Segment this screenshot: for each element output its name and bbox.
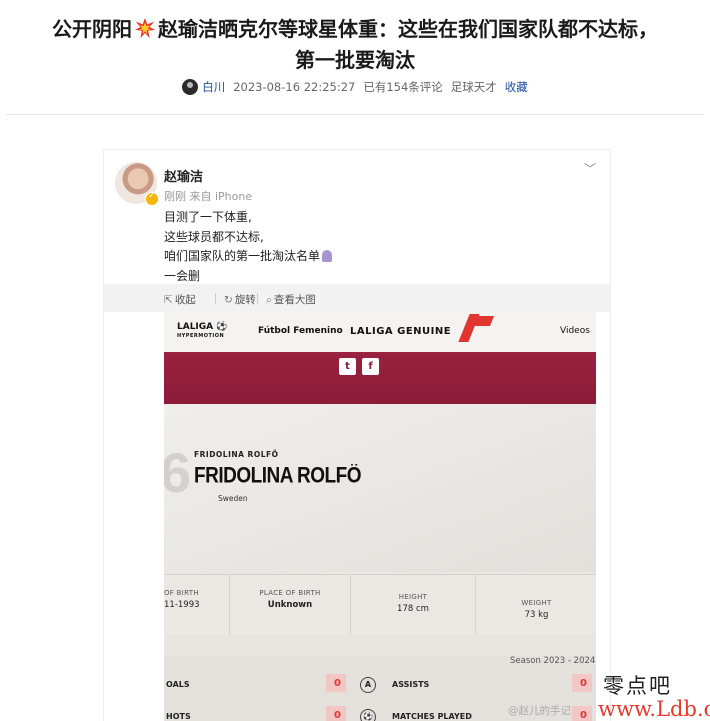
season-label: Season 2023 - 2024: [510, 656, 596, 666]
post-time: 刚刚: [164, 190, 186, 203]
explosion-icon: [134, 17, 156, 39]
stat-row-label: ASSISTS: [392, 680, 430, 689]
stat-row-value: 0: [334, 710, 341, 721]
player-country: Sweden: [218, 494, 248, 503]
stat-pob-value: Unknown: [267, 600, 313, 610]
site-watermark-name: 零点吧: [603, 674, 672, 698]
laliga-fire-logo: [456, 312, 502, 346]
stat-row-value: 0: [334, 678, 341, 689]
nav-laliga-genuine: LALIGA GENUINE: [350, 326, 452, 337]
laliga-logo-text: LALIGA: [177, 322, 214, 332]
author-avatar[interactable]: [182, 79, 199, 95]
article-meta: 白川 2023-08-16 22:25:27 已有154条评论 足球天才 收藏: [0, 79, 710, 95]
jersey-number: 6: [164, 441, 192, 504]
rotate-icon: ↻: [224, 294, 233, 306]
player-name-large: FRIDOLINA ROLFÖ: [194, 464, 362, 489]
photo-hero-band: [164, 352, 596, 404]
facebook-icon: f: [362, 358, 379, 375]
collapse-button[interactable]: ⇱ 收起: [164, 292, 196, 307]
stat-row-value: 0: [580, 710, 587, 721]
photo-site-nav: LALIGA ⚽ HYPERMOTION Fútbol Femenino LALI…: [164, 312, 596, 352]
player-stats-bar: OF BIRTH 11-1993 PLACE OF BIRTH Unknown …: [164, 574, 596, 635]
stat-height: HEIGHT 178 cm: [350, 575, 475, 635]
author-link[interactable]: 白川: [202, 80, 225, 94]
praying-hands-icon: [322, 250, 333, 262]
post-line: 目测了一下体重,: [164, 210, 252, 224]
site-watermark-url: www.Ldb.cc: [598, 697, 710, 721]
post-photo[interactable]: LALIGA ⚽ HYPERMOTION Fútbol Femenino LALI…: [164, 312, 596, 721]
rotate-label: 旋转: [234, 294, 256, 306]
post-source: 刚刚 来自 iPhone: [164, 188, 252, 204]
chevron-down-icon[interactable]: ﹀: [584, 160, 596, 177]
image-toolbar: ⇱ 收起 ↻ 旋转 ⌕ 查看大图: [104, 284, 610, 312]
magnifier-icon: ⌕: [266, 294, 272, 306]
title-line-2: 第一批要淘汰: [295, 48, 415, 72]
laliga-logo: LALIGA ⚽ HYPERMOTION: [177, 322, 228, 340]
title-part-2: 赵瑜洁晒克尔等球星体重：这些在我们国家队都不达标，: [158, 17, 658, 41]
header-divider: [6, 114, 704, 115]
post-line-text: 咱们国家队的第一批淘汰名单: [164, 249, 321, 263]
publish-datetime: 2023-08-16 22:25:27: [233, 80, 356, 94]
stat-dob-value: 11-1993: [164, 600, 200, 610]
stat-pob-label: PLACE OF BIRTH: [259, 589, 321, 597]
stat-height-value: 178 cm: [397, 604, 429, 614]
verified-badge-icon: [145, 191, 159, 206]
comment-count-link[interactable]: 已有154条评论: [363, 80, 442, 94]
stat-row-value: 0: [580, 678, 587, 689]
favorite-link[interactable]: 收藏: [505, 80, 528, 94]
post-line: 这些球员都不达标,: [164, 229, 264, 244]
football-icon: ⚽: [360, 709, 376, 721]
stat-weight-value: 73 kg: [524, 610, 549, 620]
toolbar-divider: [257, 293, 258, 304]
stat-weight: WEIGHT 73 kg: [475, 575, 596, 635]
weibo-card: 赵瑜洁 ﹀ 刚刚 来自 iPhone 目测了一下体重, 这些球员都不达标, 咱们…: [103, 149, 611, 721]
rotate-button[interactable]: ↻ 旋转: [224, 292, 256, 307]
collapse-icon: ⇱: [164, 294, 173, 306]
source-label: 足球天才: [450, 80, 497, 94]
stat-dob: OF BIRTH 11-1993: [164, 575, 228, 635]
post-device: 来自 iPhone: [189, 190, 253, 203]
post-line: 咱们国家队的第一批淘汰名单: [164, 247, 333, 267]
title-part-1: 公开阴阳: [52, 17, 132, 41]
assists-icon: A: [360, 677, 376, 693]
nav-videos: Videos: [560, 326, 590, 336]
stat-height-label: HEIGHT: [398, 593, 428, 601]
toolbar-divider: [215, 293, 216, 304]
stat-weight-label: WEIGHT: [521, 599, 552, 607]
player-name-small: FRIDOLINA ROLFÖ: [194, 450, 279, 459]
stat-row-label: OALS: [166, 680, 190, 689]
weibo-watermark: @赵儿的手记: [508, 705, 571, 717]
stat-place-of-birth: PLACE OF BIRTH Unknown: [229, 575, 350, 635]
article-title: 公开阴阳 赵瑜洁晒克尔等球星体重：这些在我们国家队都不达标， 第一批要淘汰: [0, 14, 710, 76]
nav-futbol-femenino: Fútbol Femenino: [258, 326, 343, 336]
stats-row: OALS 0 A ASSISTS 0: [164, 674, 596, 696]
view-large-label: 查看大图: [273, 294, 316, 306]
view-large-button[interactable]: ⌕ 查看大图: [266, 292, 316, 307]
username[interactable]: 赵瑜洁: [164, 166, 203, 185]
post-text: 目测了一下体重, 这些球员都不达标, 咱们国家队的第一批淘汰名单 一会删: [164, 208, 333, 286]
stat-dob-label: OF BIRTH: [164, 589, 199, 597]
laliga-logo-sub: HYPERMOTION: [177, 333, 225, 339]
collapse-label: 收起: [174, 294, 196, 306]
twitter-icon: t: [339, 358, 356, 375]
